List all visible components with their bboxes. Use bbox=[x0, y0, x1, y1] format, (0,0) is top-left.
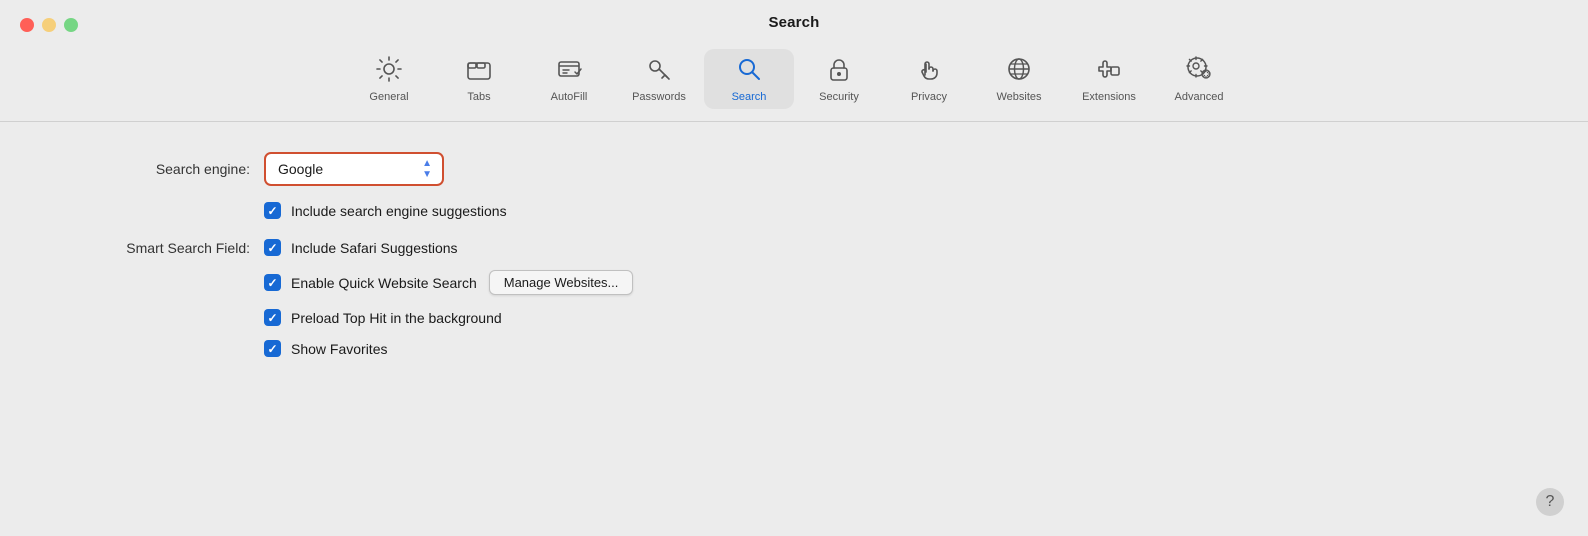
tab-extensions[interactable]: Extensions bbox=[1064, 49, 1154, 109]
quick-website-checkbox[interactable] bbox=[264, 274, 281, 291]
gear-advanced-icon bbox=[1185, 55, 1213, 87]
tab-extensions-label: Extensions bbox=[1082, 91, 1136, 103]
tab-websites[interactable]: Websites bbox=[974, 49, 1064, 109]
tab-search[interactable]: Search bbox=[704, 49, 794, 109]
chevron-updown-icon: ▲ ▼ bbox=[422, 158, 432, 180]
tab-autofill[interactable]: AutoFill bbox=[524, 49, 614, 109]
preload-label: Preload Top Hit in the background bbox=[291, 310, 502, 326]
search-engine-select[interactable]: Google ▲ ▼ bbox=[264, 152, 444, 186]
key-icon bbox=[645, 55, 673, 87]
window-controls bbox=[20, 18, 78, 32]
toolbar: General Tabs AutoFill bbox=[0, 41, 1588, 122]
tab-search-label: Search bbox=[732, 91, 767, 103]
tab-autofill-label: AutoFill bbox=[551, 91, 588, 103]
search-engine-value: Google bbox=[278, 161, 323, 177]
preload-checkbox[interactable] bbox=[264, 309, 281, 326]
tab-advanced-label: Advanced bbox=[1175, 91, 1224, 103]
tab-tabs[interactable]: Tabs bbox=[434, 49, 524, 109]
help-button[interactable]: ? bbox=[1536, 488, 1564, 516]
preload-row: Preload Top Hit in the background bbox=[60, 309, 1528, 326]
safari-suggestions-row: Smart Search Field: Include Safari Sugge… bbox=[60, 239, 1528, 256]
manage-websites-button[interactable]: Manage Websites... bbox=[489, 270, 634, 295]
autofill-icon bbox=[555, 55, 583, 87]
tab-security[interactable]: Security bbox=[794, 49, 884, 109]
maximize-button[interactable] bbox=[64, 18, 78, 32]
title-bar: Search bbox=[0, 0, 1588, 41]
search-engine-label: Search engine: bbox=[60, 161, 250, 177]
suggestions-row: Include search engine suggestions bbox=[264, 202, 1528, 219]
window-title: Search bbox=[769, 14, 820, 31]
globe-icon bbox=[1005, 55, 1033, 87]
tab-tabs-label: Tabs bbox=[467, 91, 490, 103]
search-icon bbox=[735, 55, 763, 87]
tab-advanced[interactable]: Advanced bbox=[1154, 49, 1244, 109]
tab-privacy[interactable]: Privacy bbox=[884, 49, 974, 109]
tab-security-label: Security bbox=[819, 91, 859, 103]
show-favorites-label: Show Favorites bbox=[291, 341, 387, 357]
content-area: Search engine: Google ▲ ▼ Include search… bbox=[0, 122, 1588, 387]
tab-passwords-label: Passwords bbox=[632, 91, 686, 103]
quick-website-row: Enable Quick Website Search Manage Websi… bbox=[60, 270, 1528, 295]
tab-websites-label: Websites bbox=[996, 91, 1041, 103]
tab-passwords[interactable]: Passwords bbox=[614, 49, 704, 109]
lock-icon bbox=[825, 55, 853, 87]
smart-search-grid: Smart Search Field: Include Safari Sugge… bbox=[60, 239, 1528, 357]
search-engine-row: Search engine: Google ▲ ▼ bbox=[60, 152, 1528, 186]
hand-icon bbox=[915, 55, 943, 87]
show-favorites-checkbox[interactable] bbox=[264, 340, 281, 357]
smart-field-label: Smart Search Field: bbox=[60, 240, 250, 256]
puzzle-icon bbox=[1095, 55, 1123, 87]
suggestions-checkbox-area: Include search engine suggestions bbox=[264, 202, 507, 219]
smart-search-section: Smart Search Field: Include Safari Sugge… bbox=[60, 239, 1528, 357]
close-button[interactable] bbox=[20, 18, 34, 32]
tab-general-label: General bbox=[369, 91, 408, 103]
tabs-icon bbox=[465, 55, 493, 87]
show-favorites-row: Show Favorites bbox=[60, 340, 1528, 357]
gear-icon bbox=[375, 55, 403, 87]
safari-suggestions-checkbox[interactable] bbox=[264, 239, 281, 256]
minimize-button[interactable] bbox=[42, 18, 56, 32]
include-suggestions-label: Include search engine suggestions bbox=[291, 203, 507, 219]
include-suggestions-checkbox[interactable] bbox=[264, 202, 281, 219]
tab-general[interactable]: General bbox=[344, 49, 434, 109]
quick-website-label: Enable Quick Website Search bbox=[291, 275, 477, 291]
tab-privacy-label: Privacy bbox=[911, 91, 947, 103]
safari-suggestions-label: Include Safari Suggestions bbox=[291, 240, 458, 256]
